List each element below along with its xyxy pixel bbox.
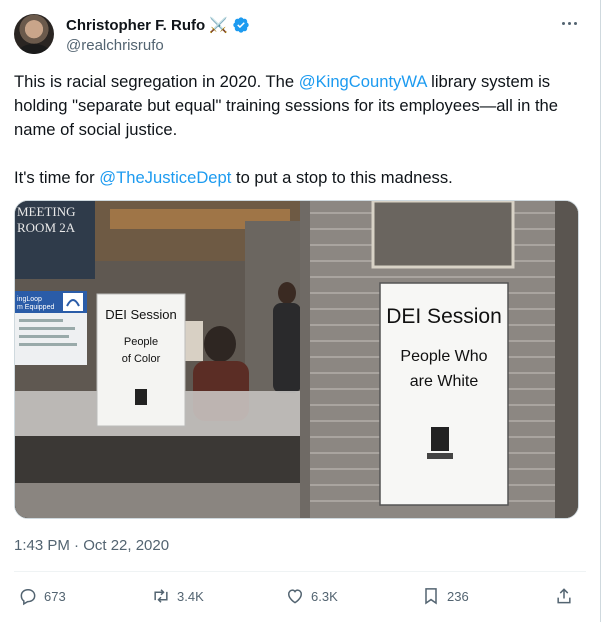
verified-badge-icon[interactable]	[232, 16, 250, 34]
crossed-swords-icon: ⚔️	[209, 16, 228, 34]
dei-sign-right-title: DEI Session	[386, 305, 502, 328]
reply-count: 673	[44, 588, 66, 604]
tweet-card: Christopher F. Rufo ⚔️ @realchrisrufo Th…	[0, 0, 601, 622]
bookmark-button[interactable]: 236	[421, 584, 469, 608]
repost-icon	[154, 589, 168, 603]
reply-button[interactable]: 673	[18, 584, 66, 608]
like-count: 6.3K	[311, 588, 338, 604]
avatar[interactable]	[14, 14, 54, 54]
tweet-text-segment: This is racial segregation in 2020. The	[14, 72, 299, 91]
share-icon	[557, 588, 571, 604]
author-display-name[interactable]: Christopher F. Rufo	[66, 17, 205, 34]
tweet-timestamp[interactable]: 1:43 PM · Oct 22, 2020	[14, 537, 169, 554]
mention-link-kingcountywa[interactable]: @KingCountyWA	[299, 72, 427, 91]
repost-button[interactable]: 3.4K	[151, 584, 204, 608]
repost-count: 3.4K	[177, 588, 204, 604]
room-sign-text: ROOM 2A	[17, 220, 76, 235]
bookmark-count: 236	[447, 588, 469, 604]
tweet-paragraph-1: This is racial segregation in 2020. The …	[14, 70, 584, 142]
author-handle[interactable]: @realchrisrufo	[66, 37, 164, 54]
divider	[14, 571, 586, 572]
tweet-text-segment: to put a stop to this madness.	[231, 168, 453, 187]
bookmark-icon	[425, 588, 437, 605]
room-sign-text: MEETING	[17, 204, 76, 219]
dei-sign-left-title: DEI Session	[105, 307, 177, 322]
loop-sign-text: ingLoop	[17, 296, 42, 303]
more-options-icon[interactable]	[558, 14, 580, 32]
author-name-row: Christopher F. Rufo ⚔️	[66, 15, 250, 35]
tweet-paragraph-2: It's time for @TheJusticeDept to put a s…	[14, 166, 584, 190]
loop-sign-text: m Equipped	[17, 304, 54, 311]
dei-sign-right-line: People Who	[400, 348, 487, 365]
tweet-text-segment: It's time for	[14, 168, 100, 187]
mention-link-thejusticedept[interactable]: @TheJusticeDept	[99, 168, 231, 187]
tweet-photo[interactable]: MEETING ROOM 2A ingLoop m Equipped DEI S…	[14, 200, 579, 519]
reply-icon	[20, 589, 36, 606]
dei-sign-left-line: of Color	[122, 353, 161, 365]
tweet-text: This is racial segregation in 2020. The …	[14, 70, 584, 214]
share-button[interactable]	[554, 584, 574, 608]
like-button[interactable]: 6.3K	[285, 584, 338, 608]
dei-sign-left-line: People	[124, 336, 158, 348]
action-bar: 673 3.4K 6.3K 236	[14, 584, 586, 608]
heart-icon	[287, 589, 303, 604]
dei-sign-right-line: are White	[410, 373, 479, 390]
